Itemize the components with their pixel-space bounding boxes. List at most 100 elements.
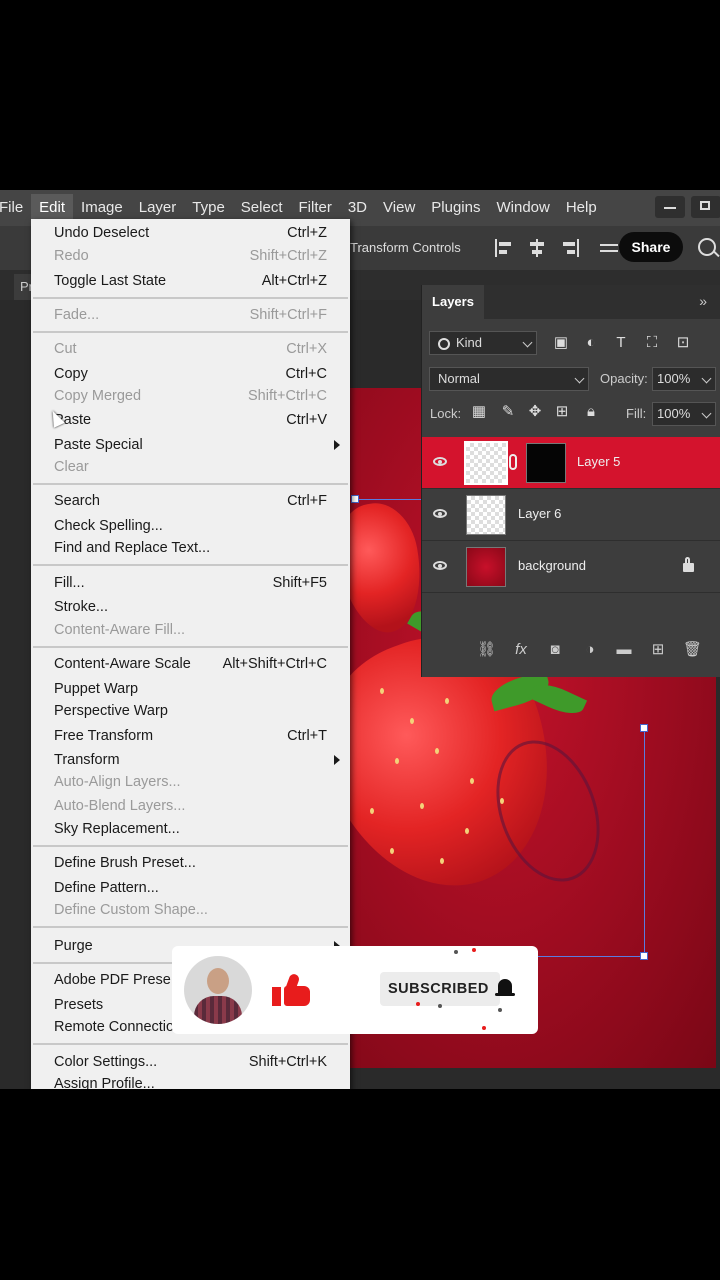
menu-item-content-aware-fill: Content-Aware Fill...: [54, 622, 186, 638]
layer-row-layer-6[interactable]: Layer 6: [422, 489, 720, 541]
type-filter-icon[interactable]: T: [613, 335, 629, 351]
layer-thumbnail: [466, 547, 506, 587]
chevron-down-icon: [574, 373, 585, 384]
visibility-eye-icon[interactable]: [433, 509, 447, 518]
menu-separator: [33, 331, 348, 333]
menu-item-define-custom-shape: Define Custom Shape...: [54, 902, 208, 918]
chevron-down-icon: [701, 408, 712, 419]
transform-handle[interactable]: [640, 952, 648, 960]
mask-link-icon[interactable]: [509, 454, 517, 470]
menu-layer[interactable]: Layer: [131, 194, 185, 222]
lock-artboard-icon[interactable]: ⊞: [553, 403, 571, 421]
layer-row-background[interactable]: background: [422, 541, 720, 593]
sparkle-dot: [498, 1008, 502, 1012]
sparkle-dot: [472, 948, 476, 952]
smart-object-filter-icon[interactable]: ⊡: [675, 335, 691, 351]
link-layers-icon[interactable]: ⛓: [477, 641, 496, 659]
menu-plugins[interactable]: Plugins: [423, 194, 488, 222]
adjustment-filter-icon[interactable]: ◐: [583, 335, 599, 351]
menu-window[interactable]: Window: [488, 194, 557, 222]
filter-kind-select[interactable]: Kind: [429, 331, 537, 355]
menu-3d[interactable]: 3D: [340, 194, 375, 222]
lock-pixels-icon[interactable]: ✎: [499, 403, 517, 421]
layer-row-layer-5[interactable]: Layer 5: [422, 437, 720, 489]
menu-item-free-transform[interactable]: Free Transform Ctrl+T: [31, 725, 350, 747]
menu-item-undo-deselect[interactable]: Undo Deselect Ctrl+Z: [31, 222, 350, 244]
visibility-eye-icon[interactable]: [433, 457, 447, 466]
menu-item-auto-blend: Auto-Blend Layers...: [54, 798, 186, 814]
menu-item-puppet-warp[interactable]: Puppet Warp: [31, 678, 350, 700]
maximize-button[interactable]: [691, 196, 720, 218]
menu-help[interactable]: Help: [558, 194, 605, 222]
menu-separator: [33, 926, 348, 928]
layer-name: Layer 5: [577, 454, 621, 469]
add-mask-icon[interactable]: ◙: [546, 641, 564, 659]
menu-item-paste-special[interactable]: Paste Special: [31, 434, 350, 456]
layers-tab[interactable]: Layers: [422, 285, 484, 319]
transform-handle[interactable]: [640, 724, 648, 732]
minimize-button[interactable]: [655, 196, 685, 218]
menu-item-fill[interactable]: Fill... Shift+F5: [31, 572, 350, 594]
menu-select[interactable]: Select: [233, 194, 291, 222]
subscribe-button[interactable]: SUBSCRIBED: [380, 972, 500, 1006]
menu-item-find-replace[interactable]: Find and Replace Text...: [31, 537, 350, 559]
menu-item-assign-profile[interactable]: Assign Profile...: [31, 1073, 350, 1089]
image-filter-icon[interactable]: ▣: [553, 335, 569, 351]
layer-thumbnail: [464, 441, 508, 485]
menu-item-stroke[interactable]: Stroke...: [31, 596, 350, 618]
search-icon[interactable]: [698, 238, 716, 256]
menu-item-toggle-last-state[interactable]: Toggle Last State Alt+Ctrl+Z: [31, 270, 350, 292]
transform-controls-label[interactable]: Transform Controls: [350, 240, 461, 255]
blend-mode-select[interactable]: Normal: [429, 367, 589, 391]
menu-edit[interactable]: Edit: [31, 194, 74, 222]
menu-item-define-pattern[interactable]: Define Pattern...: [31, 877, 350, 899]
opacity-field[interactable]: 100%: [652, 367, 716, 391]
submenu-arrow-icon: [334, 755, 340, 765]
selection-edge: [644, 728, 645, 958]
menu-item-paste[interactable]: Paste Ctrl+V: [31, 409, 350, 431]
menu-item-perspective-warp[interactable]: Perspective Warp: [31, 700, 350, 722]
menu-item-content-aware-scale[interactable]: Content-Aware Scale Alt+Shift+Ctrl+C: [31, 653, 350, 675]
bell-icon[interactable]: [495, 979, 515, 996]
layer-style-icon[interactable]: fx: [512, 641, 530, 659]
thumbs-up-icon[interactable]: [272, 972, 310, 1006]
new-layer-icon[interactable]: ⊞: [649, 641, 667, 659]
menu-view[interactable]: View: [375, 194, 423, 222]
menu-item-check-spelling[interactable]: Check Spelling...: [31, 515, 350, 537]
adjustment-layer-icon[interactable]: ◑: [581, 641, 599, 659]
align-center-icon[interactable]: [528, 239, 546, 257]
avatar: [184, 956, 252, 1024]
menu-item-cut: Cut Ctrl+X: [54, 341, 327, 357]
layer-name: background: [518, 558, 586, 573]
align-right-icon[interactable]: [561, 239, 579, 257]
group-folder-icon[interactable]: ▬: [615, 641, 633, 659]
menu-item-define-brush[interactable]: Define Brush Preset...: [31, 852, 350, 874]
menu-image[interactable]: Image: [73, 194, 131, 222]
transform-handle[interactable]: [351, 495, 359, 503]
opacity-label: Opacity:: [600, 371, 648, 386]
menu-separator: [33, 564, 348, 566]
align-left-icon[interactable]: [495, 239, 513, 257]
menu-item-copy[interactable]: Copy Ctrl+C: [31, 363, 350, 385]
menu-filter[interactable]: Filter: [291, 194, 340, 222]
menu-item-transform[interactable]: Transform: [31, 749, 350, 771]
lock-position-icon[interactable]: ✥: [526, 403, 544, 421]
menu-item-redo: Redo Shift+Ctrl+Z: [54, 248, 327, 264]
delete-layer-icon[interactable]: 🗑︎: [683, 641, 702, 659]
menu-file[interactable]: File: [0, 194, 31, 222]
layer-mask-thumbnail[interactable]: [526, 443, 566, 483]
lock-all-icon[interactable]: 🔒︎: [582, 403, 600, 421]
menu-type[interactable]: Type: [184, 194, 233, 222]
fill-field[interactable]: 100%: [652, 402, 716, 426]
visibility-eye-icon[interactable]: [433, 561, 447, 570]
menu-item-search[interactable]: Search Ctrl+F: [31, 490, 350, 512]
menu-item-sky-replacement[interactable]: Sky Replacement...: [31, 818, 350, 840]
panel-menu-icon[interactable]: »: [699, 293, 707, 309]
shape-filter-icon[interactable]: ⛶: [644, 335, 660, 351]
lock-transparency-icon[interactable]: ▦: [470, 403, 488, 421]
distribute-icon[interactable]: [600, 239, 618, 257]
lock-label: Lock:: [430, 406, 462, 421]
submenu-arrow-icon: [334, 440, 340, 450]
share-button[interactable]: Share: [619, 232, 683, 262]
menu-item-color-settings[interactable]: Color Settings... Shift+Ctrl+K: [31, 1051, 350, 1073]
